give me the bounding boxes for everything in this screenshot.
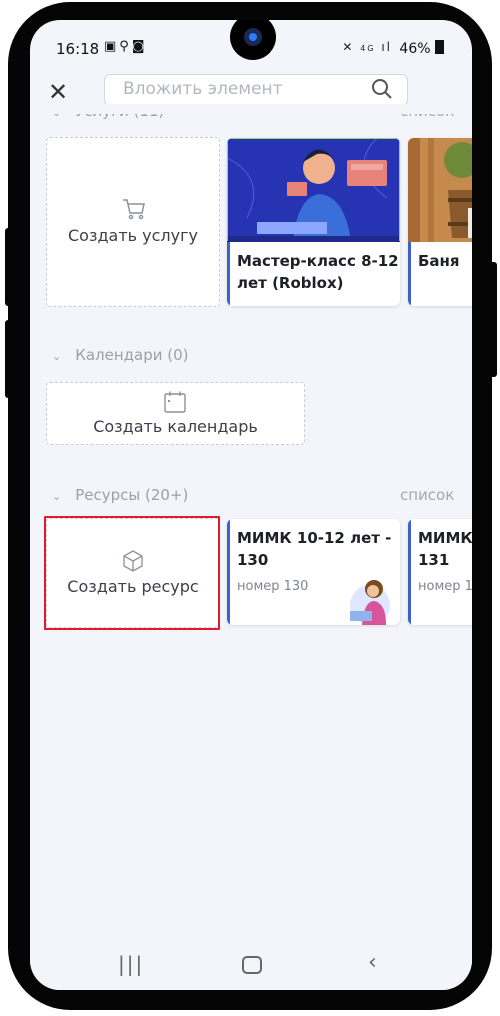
resource-card-title: 131 xyxy=(418,551,450,569)
create-calendar-label: Создать календарь xyxy=(93,417,258,436)
create-service-button[interactable]: Создать услугу xyxy=(46,137,220,307)
status-time: 16:18 xyxy=(56,40,100,58)
service-card-image xyxy=(227,138,400,242)
battery-status: 46% xyxy=(399,40,444,57)
image-icon: ▣ xyxy=(104,39,120,54)
chevron-down-icon: ⌄ xyxy=(52,350,62,363)
battery-icon xyxy=(435,40,444,54)
service-card-title: Баня xyxy=(418,252,460,270)
resource-card-subtitle: номер 130 xyxy=(237,579,309,594)
home-icon[interactable] xyxy=(242,956,262,974)
search-input[interactable]: Вложить элемент xyxy=(104,74,408,106)
resource-card-title: МИМК 10-12 лет - xyxy=(237,529,392,547)
section-header-mask xyxy=(30,104,472,114)
calendar-icon xyxy=(164,391,186,413)
card-accent xyxy=(227,242,230,306)
app-icon: ◙ xyxy=(131,39,148,54)
create-calendar-button[interactable]: Создать календарь xyxy=(46,382,305,445)
section-title-resources[interactable]: ⌄ Ресурсы (20+) xyxy=(52,486,188,504)
resource-card[interactable]: МИМК 10-12 лет - 130 номер 130 xyxy=(227,519,400,625)
resource-card-title: 130 xyxy=(237,551,269,569)
phone-side-button xyxy=(5,228,15,306)
signal-icons: ✕ 4G ıl xyxy=(342,40,392,54)
resource-card-title: МИМК xyxy=(418,529,472,547)
service-card-image xyxy=(408,138,472,242)
status-left-icons: ▣⚲◙ xyxy=(104,39,147,54)
search-icon[interactable] xyxy=(371,78,393,100)
section-title-calendars[interactable]: ⌄ Календари (0) xyxy=(52,346,189,364)
calendars-title: Календари (0) xyxy=(75,346,189,364)
signal-icon: ıl xyxy=(381,40,392,54)
resource-card-subtitle: номер 1 xyxy=(418,579,472,594)
service-card-title: Мастер-класс 8-12 xyxy=(237,252,399,270)
battery-percent: 46% xyxy=(399,41,431,57)
search-placeholder: Вложить элемент xyxy=(123,79,283,99)
network-type: 4G xyxy=(360,44,376,53)
close-icon[interactable]: ✕ xyxy=(48,78,68,106)
create-service-label: Создать услугу xyxy=(67,226,198,245)
cart-icon xyxy=(123,199,145,220)
selection-highlight xyxy=(44,516,220,630)
service-card[interactable]: Баня xyxy=(408,138,472,306)
recent-apps-icon[interactable]: ||| xyxy=(118,952,144,976)
selection-outline xyxy=(227,138,400,241)
search-icon: ⚲ xyxy=(119,39,132,54)
resources-title: Ресурсы (20+) xyxy=(75,486,189,504)
phone-power-button xyxy=(487,262,497,377)
avatar xyxy=(350,580,390,625)
resource-card[interactable]: МИМК 131 номер 1 xyxy=(408,519,472,625)
resources-list-link[interactable]: список xyxy=(400,486,454,504)
service-card-title: лет (Roblox) xyxy=(237,274,344,292)
back-icon[interactable]: ‹ xyxy=(368,950,377,975)
card-accent xyxy=(408,242,411,306)
system-nav-bar: ||| ‹ xyxy=(30,940,472,990)
phone-side-button xyxy=(5,320,15,398)
illustration-sauna xyxy=(408,138,472,242)
card-accent xyxy=(408,519,411,625)
chevron-down-icon: ⌄ xyxy=(52,490,62,503)
screen: 16:18 ▣⚲◙ ✕ 4G ıl 46% ✕ Вложить элемент … xyxy=(30,20,472,990)
card-accent xyxy=(227,519,230,625)
mute-icon: ✕ xyxy=(342,40,355,54)
service-card[interactable]: Мастер-класс 8-12 лет (Roblox) xyxy=(227,138,400,306)
